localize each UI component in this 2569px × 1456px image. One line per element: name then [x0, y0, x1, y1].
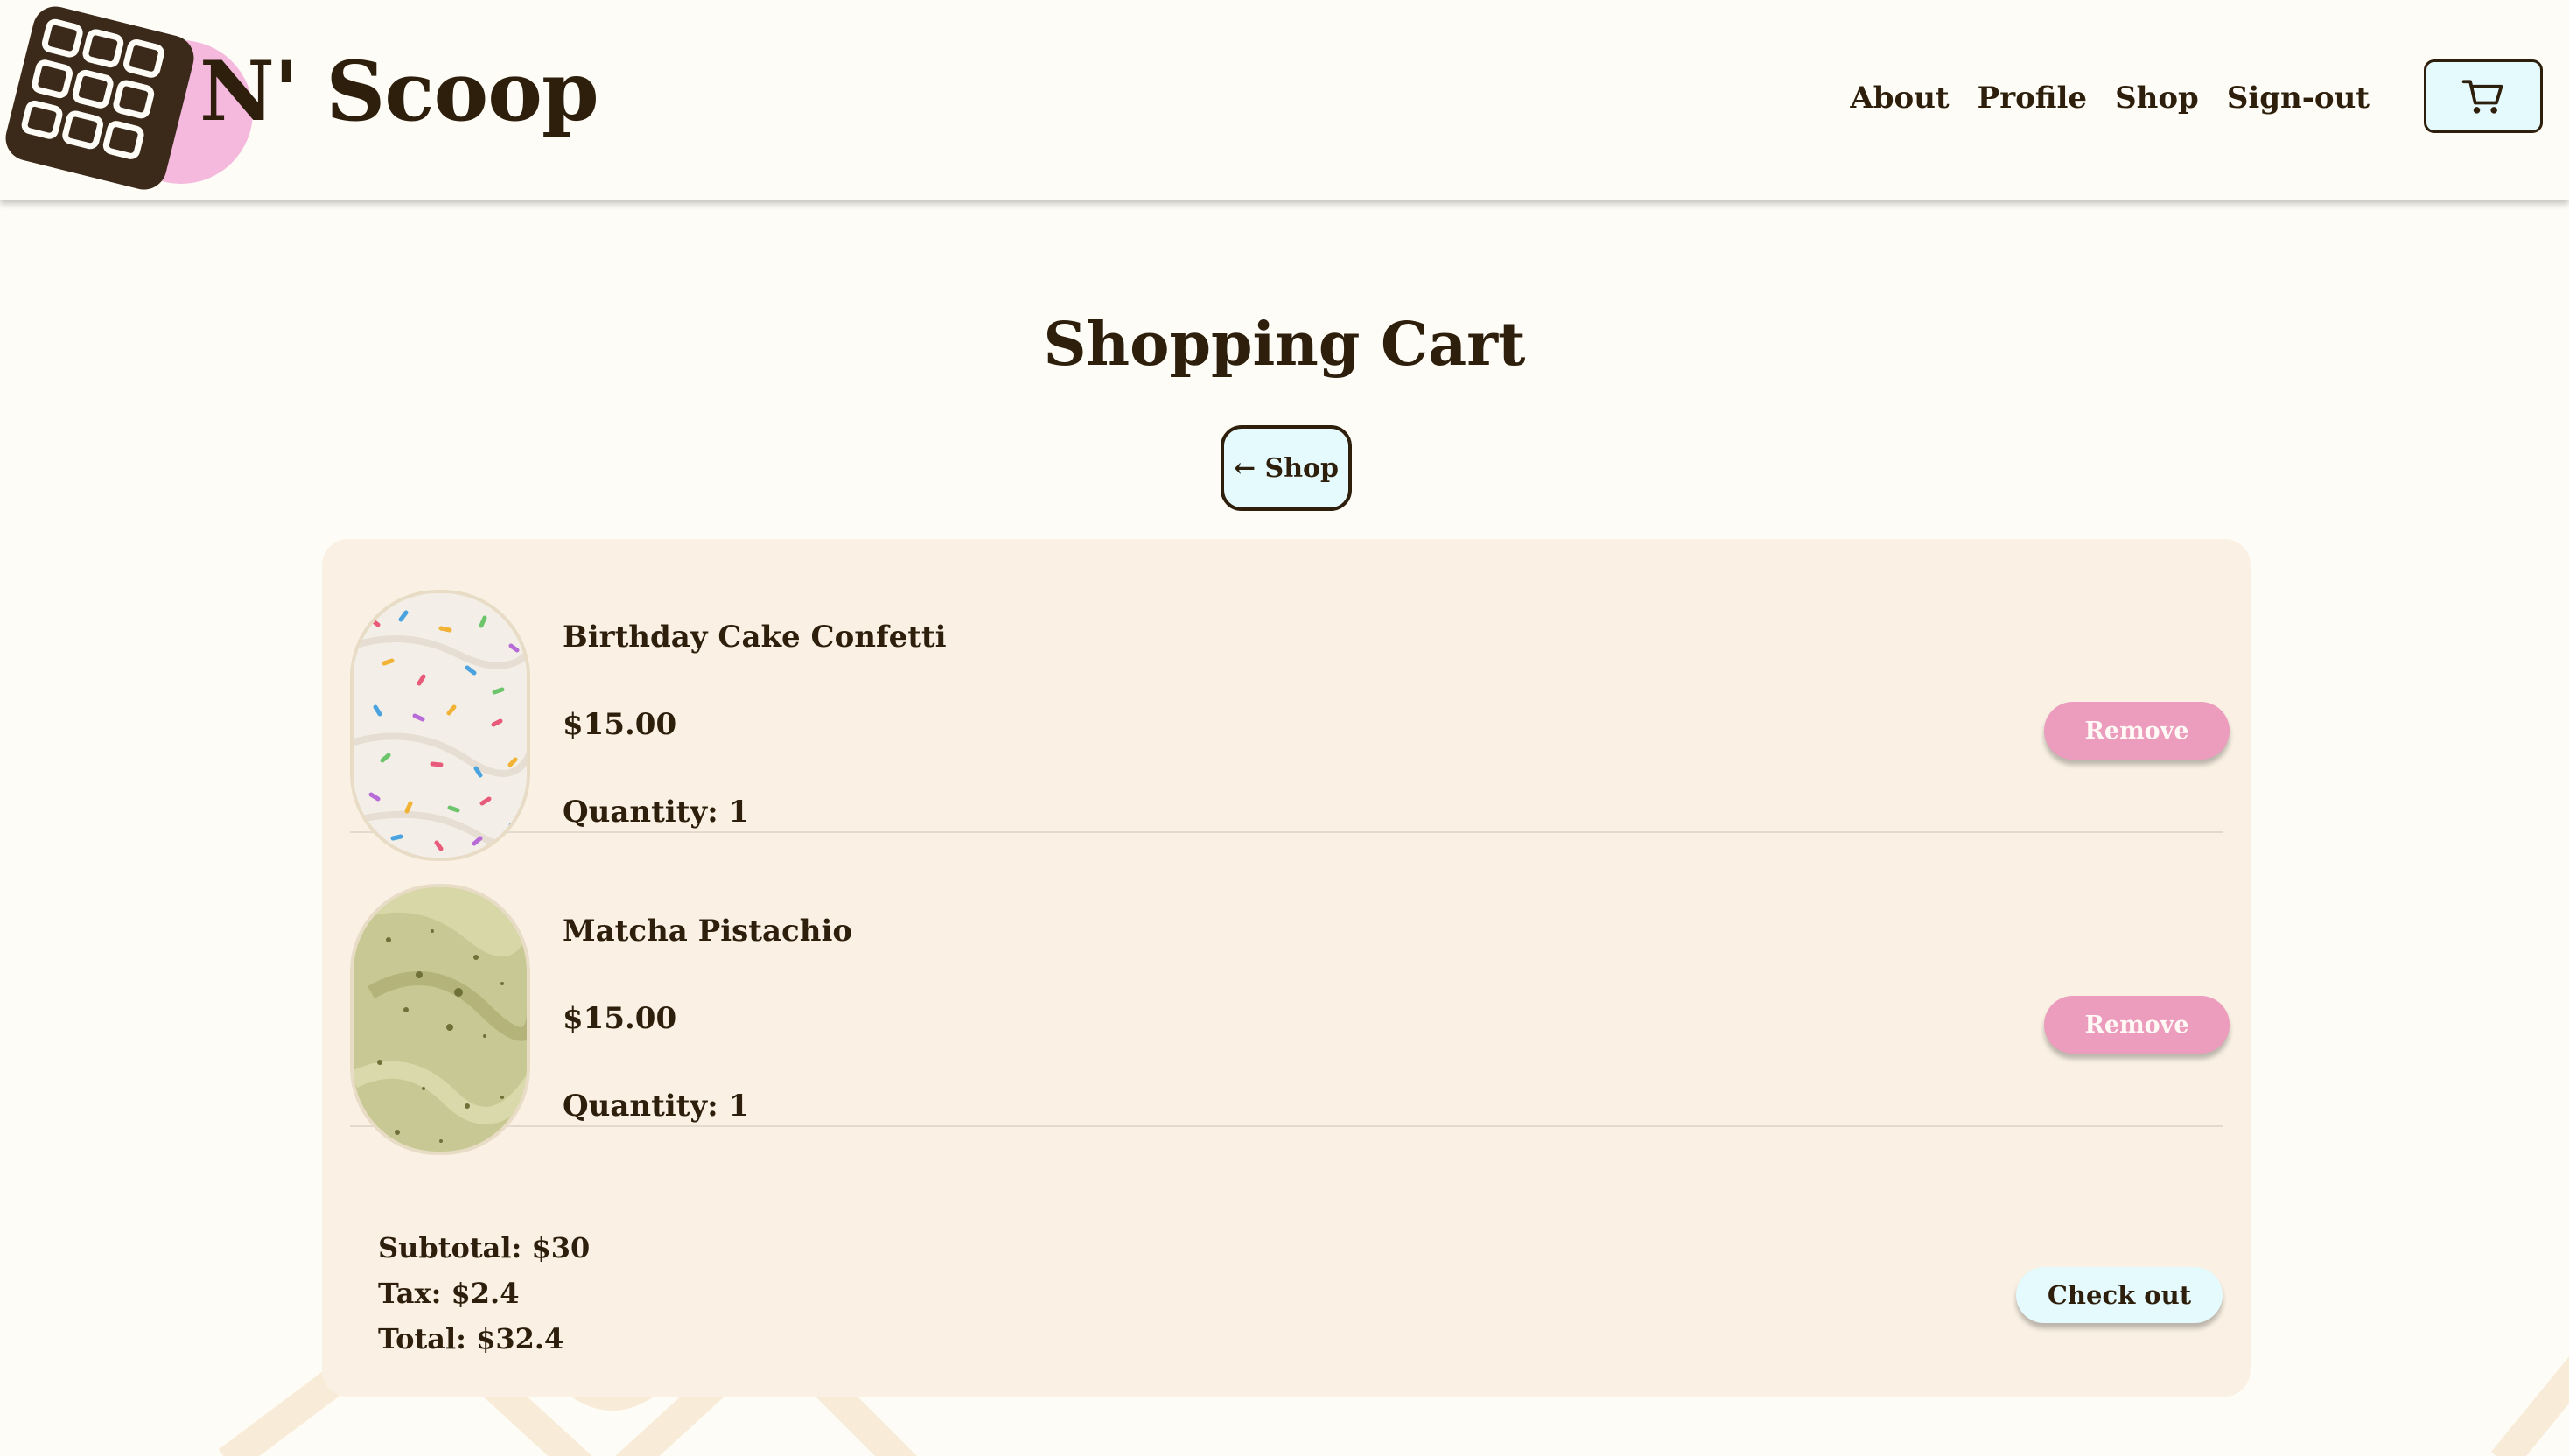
cart-panel: Birthday Cake Confetti $15.00 Quantity: …: [322, 539, 2250, 1396]
main-nav: About Profile Shop Sign-out: [1850, 80, 2370, 116]
page-title: Shopping Cart: [1043, 310, 1526, 380]
item-quantity: Quantity: 1: [563, 1088, 750, 1124]
nav-link-profile[interactable]: Profile: [1978, 80, 2087, 116]
item-price: $15.00: [563, 707, 677, 742]
order-summary: Subtotal: $30 Tax: $2.4 Total: $32.4: [378, 1225, 590, 1362]
checkout-button[interactable]: Check out: [2016, 1267, 2222, 1323]
item-name: Matcha Pistachio: [563, 914, 853, 948]
cart-icon: [2461, 80, 2503, 114]
item-quantity: Quantity: 1: [563, 794, 750, 830]
remove-button[interactable]: Remove: [2044, 996, 2230, 1054]
item-price: $15.00: [563, 1001, 677, 1036]
total: Total: $32.4: [378, 1322, 564, 1355]
brand-name: N' Scoop: [200, 44, 599, 140]
cart-item: Matcha Pistachio $15.00 Quantity: 1 Remo…: [350, 833, 2230, 1155]
top-nav-bar: N' Scoop About Profile Shop Sign-out: [0, 0, 2569, 200]
back-to-shop-button[interactable]: ← Shop: [1221, 425, 1352, 511]
item-image-matcha-pistachio: [350, 884, 530, 1155]
tax: Tax: $2.4: [378, 1277, 520, 1310]
cart-button[interactable]: [2424, 60, 2543, 133]
nav-link-shop[interactable]: Shop: [2115, 80, 2199, 116]
nav-link-about[interactable]: About: [1850, 80, 1949, 116]
item-image-birthday-cake-confetti: [350, 590, 530, 861]
subtotal: Subtotal: $30: [378, 1231, 591, 1264]
nav-link-sign-out[interactable]: Sign-out: [2227, 80, 2370, 116]
cart-item: Birthday Cake Confetti $15.00 Quantity: …: [350, 539, 2230, 861]
remove-button[interactable]: Remove: [2044, 702, 2230, 760]
item-name: Birthday Cake Confetti: [563, 620, 947, 654]
